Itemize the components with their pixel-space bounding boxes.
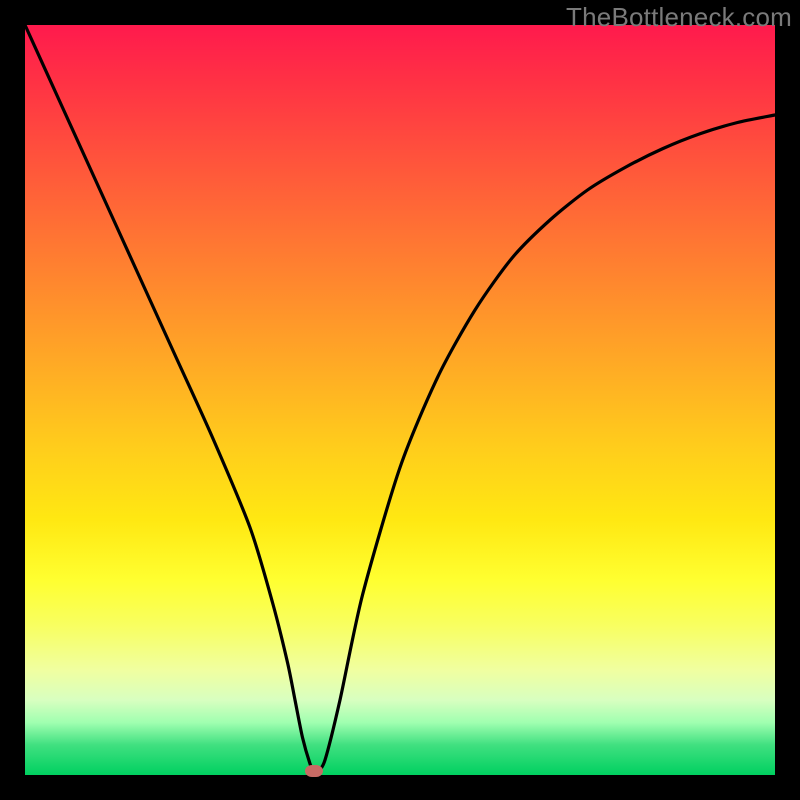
minimum-marker bbox=[305, 765, 323, 777]
watermark-text: TheBottleneck.com bbox=[566, 2, 792, 33]
bottleneck-curve bbox=[25, 25, 775, 772]
curve-svg bbox=[25, 25, 775, 775]
plot-area bbox=[25, 25, 775, 775]
chart-frame: TheBottleneck.com bbox=[0, 0, 800, 800]
